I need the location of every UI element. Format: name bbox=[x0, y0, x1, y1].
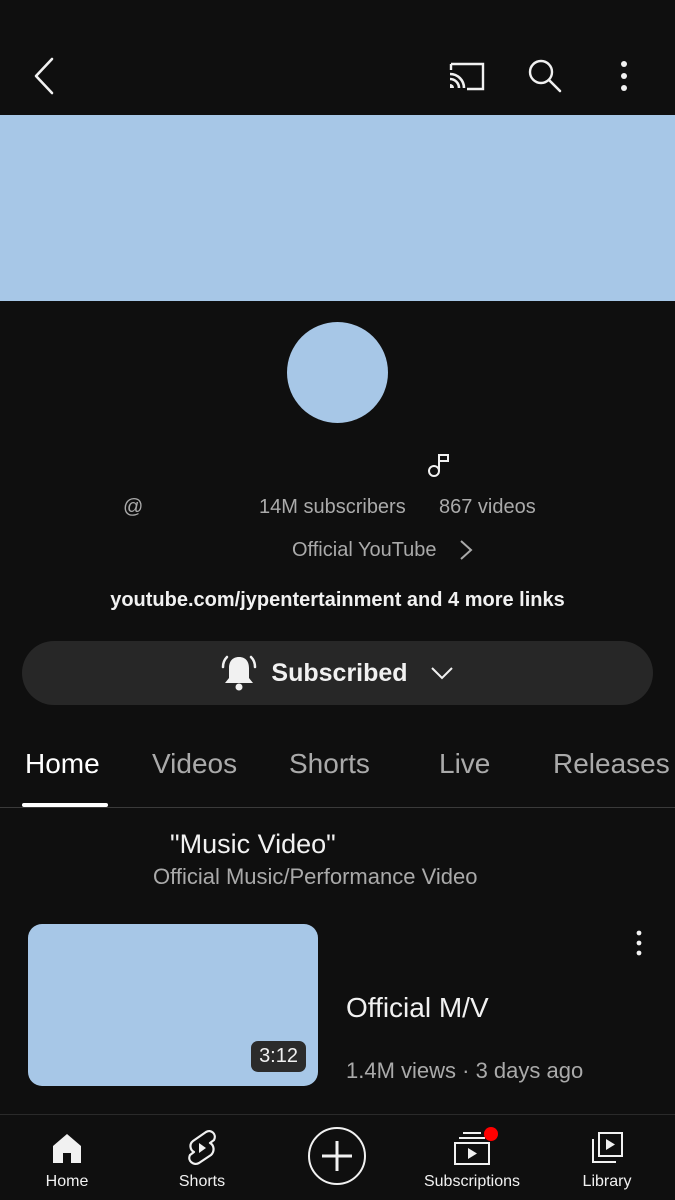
search-icon bbox=[528, 59, 562, 93]
music-note-icon bbox=[428, 454, 449, 477]
cast-icon bbox=[449, 62, 485, 91]
subscribed-button[interactable]: Subscribed bbox=[22, 641, 653, 705]
channel-tabs: Home Videos Shorts Live Releases bbox=[0, 740, 675, 808]
channel-handle: @ bbox=[123, 496, 144, 518]
subscriber-count: 14M subscribers bbox=[259, 496, 406, 518]
nav-library-label: Library bbox=[582, 1173, 632, 1190]
nav-shorts[interactable]: Shorts bbox=[162, 1115, 242, 1200]
video-count: 867 videos bbox=[439, 496, 536, 518]
video-title[interactable]: Official M/V bbox=[346, 992, 489, 1024]
video-more-icon[interactable] bbox=[626, 928, 652, 958]
section-title: "Music Video" bbox=[170, 829, 336, 859]
nav-shorts-label: Shorts bbox=[178, 1173, 226, 1190]
nav-subscriptions[interactable]: Subscriptions bbox=[412, 1115, 532, 1200]
search-button[interactable] bbox=[522, 54, 568, 98]
video-meta: 1.4M views · 3 days ago bbox=[346, 1058, 584, 1083]
nav-library[interactable]: Library bbox=[567, 1115, 647, 1200]
back-icon bbox=[34, 57, 54, 95]
library-icon bbox=[592, 1132, 623, 1163]
channel-links[interactable]: youtube.com/jypentertainment and 4 more … bbox=[0, 589, 675, 612]
description-text: Official YouTube bbox=[292, 538, 437, 561]
channel-avatar[interactable] bbox=[287, 322, 388, 423]
subscribed-label: Subscribed bbox=[271, 658, 408, 687]
more-options-button[interactable] bbox=[604, 54, 644, 98]
chevron-right-icon bbox=[459, 540, 473, 560]
more-vert-icon bbox=[621, 61, 627, 91]
bell-all-icon bbox=[222, 655, 257, 691]
tab-home[interactable]: Home bbox=[25, 748, 100, 780]
tab-releases[interactable]: Releases bbox=[553, 748, 670, 780]
channel-page: @ 14M subscribers 867 videos Official Yo… bbox=[0, 0, 675, 1200]
home-icon bbox=[53, 1134, 81, 1163]
cast-button[interactable] bbox=[442, 54, 490, 98]
tab-videos[interactable]: Videos bbox=[152, 748, 237, 780]
top-bar bbox=[0, 0, 675, 115]
bottom-navigation: Home Shorts Subscriptions Library bbox=[0, 1114, 675, 1200]
create-icon bbox=[322, 1141, 352, 1171]
channel-description[interactable]: Official YouTube bbox=[292, 536, 473, 564]
chevron-down-icon bbox=[430, 667, 453, 680]
video-thumbnail[interactable]: 3:12 bbox=[28, 924, 318, 1086]
section-subtitle: Official Music/Performance Video bbox=[153, 864, 478, 889]
active-tab-indicator bbox=[22, 803, 108, 807]
shorts-icon bbox=[188, 1130, 216, 1165]
nav-subscriptions-label: Subscriptions bbox=[423, 1173, 521, 1190]
video-list-item: 3:12 Official M/V 1.4M views · 3 days ag… bbox=[0, 924, 675, 1089]
back-button[interactable] bbox=[22, 52, 66, 100]
nav-home-label: Home bbox=[45, 1173, 89, 1190]
channel-stats: @ 14M subscribers 867 videos bbox=[0, 496, 675, 524]
nav-home[interactable]: Home bbox=[27, 1115, 107, 1200]
tab-live[interactable]: Live bbox=[439, 748, 490, 780]
create-button[interactable] bbox=[308, 1127, 366, 1185]
notification-badge bbox=[484, 1127, 498, 1141]
video-duration: 3:12 bbox=[251, 1041, 306, 1072]
tab-shorts[interactable]: Shorts bbox=[289, 748, 370, 780]
channel-banner bbox=[0, 115, 675, 301]
